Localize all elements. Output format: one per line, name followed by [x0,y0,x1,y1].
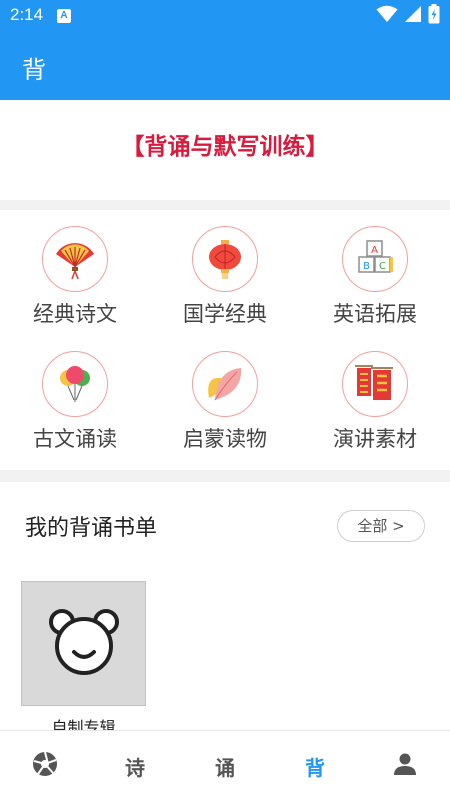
fan-icon [42,226,108,292]
section-title: 我的背诵书单 [25,516,158,541]
nav-memorize[interactable]: 背 [270,731,360,800]
bear-face-icon [48,608,120,680]
app-bar: 背 [0,32,450,100]
nav-discover[interactable] [0,731,90,800]
banner-text: 【背诵与默写训练】 [121,134,329,160]
category-item-classic-poems[interactable]: 经典诗文 [0,210,150,335]
svg-text:B: B [363,261,370,272]
category-item-sinology[interactable]: 国学经典 [150,210,300,335]
app-title: 背 [22,56,46,84]
balloons-icon [42,351,108,417]
abc-blocks-icon: A B C [342,226,408,292]
view-all-button[interactable]: 全部 > [337,510,425,542]
bottom-nav: 诗 诵 背 [0,730,450,800]
album-cover[interactable] [21,581,146,706]
nav-poem[interactable]: 诗 [90,731,180,800]
nav-recite[interactable]: 诵 [180,731,270,800]
section-divider [0,470,450,482]
category-label: 经典诗文 [33,302,117,326]
leaf-icon [192,351,258,417]
battery-icon [428,4,440,28]
wifi-icon [376,5,398,27]
category-item-ancient-texts[interactable]: 古文诵读 [0,335,150,460]
section-divider [0,200,450,210]
couplet-icon [342,351,408,417]
signal-icon [404,5,422,27]
my-booklist: 我的背诵书单 全部 > 自制专辑 [0,482,450,732]
category-item-english[interactable]: A B C 英语拓展 [300,210,450,335]
category-grid: 经典诗文 国学经典 A B C 英语拓展 古文诵读 启蒙读物 演讲素材 [0,210,450,470]
status-bar: 2:14 A [0,0,450,32]
category-label: 启蒙读物 [183,427,267,451]
category-label: 英语拓展 [333,302,417,326]
aperture-icon [32,751,58,782]
svg-text:A: A [371,245,378,256]
status-time: 2:14 [10,5,44,24]
svg-text:C: C [379,261,386,272]
person-icon [393,752,417,781]
notification-badge: A [57,9,71,23]
category-item-speech[interactable]: 演讲素材 [300,335,450,460]
category-label: 古文诵读 [33,427,117,451]
category-label: 国学经典 [183,302,267,326]
nav-profile[interactable] [360,731,450,800]
lantern-icon [192,226,258,292]
category-label: 演讲素材 [333,427,417,451]
banner: 【背诵与默写训练】 [0,100,450,200]
category-item-enlightenment[interactable]: 启蒙读物 [150,335,300,460]
status-icons [376,4,440,28]
